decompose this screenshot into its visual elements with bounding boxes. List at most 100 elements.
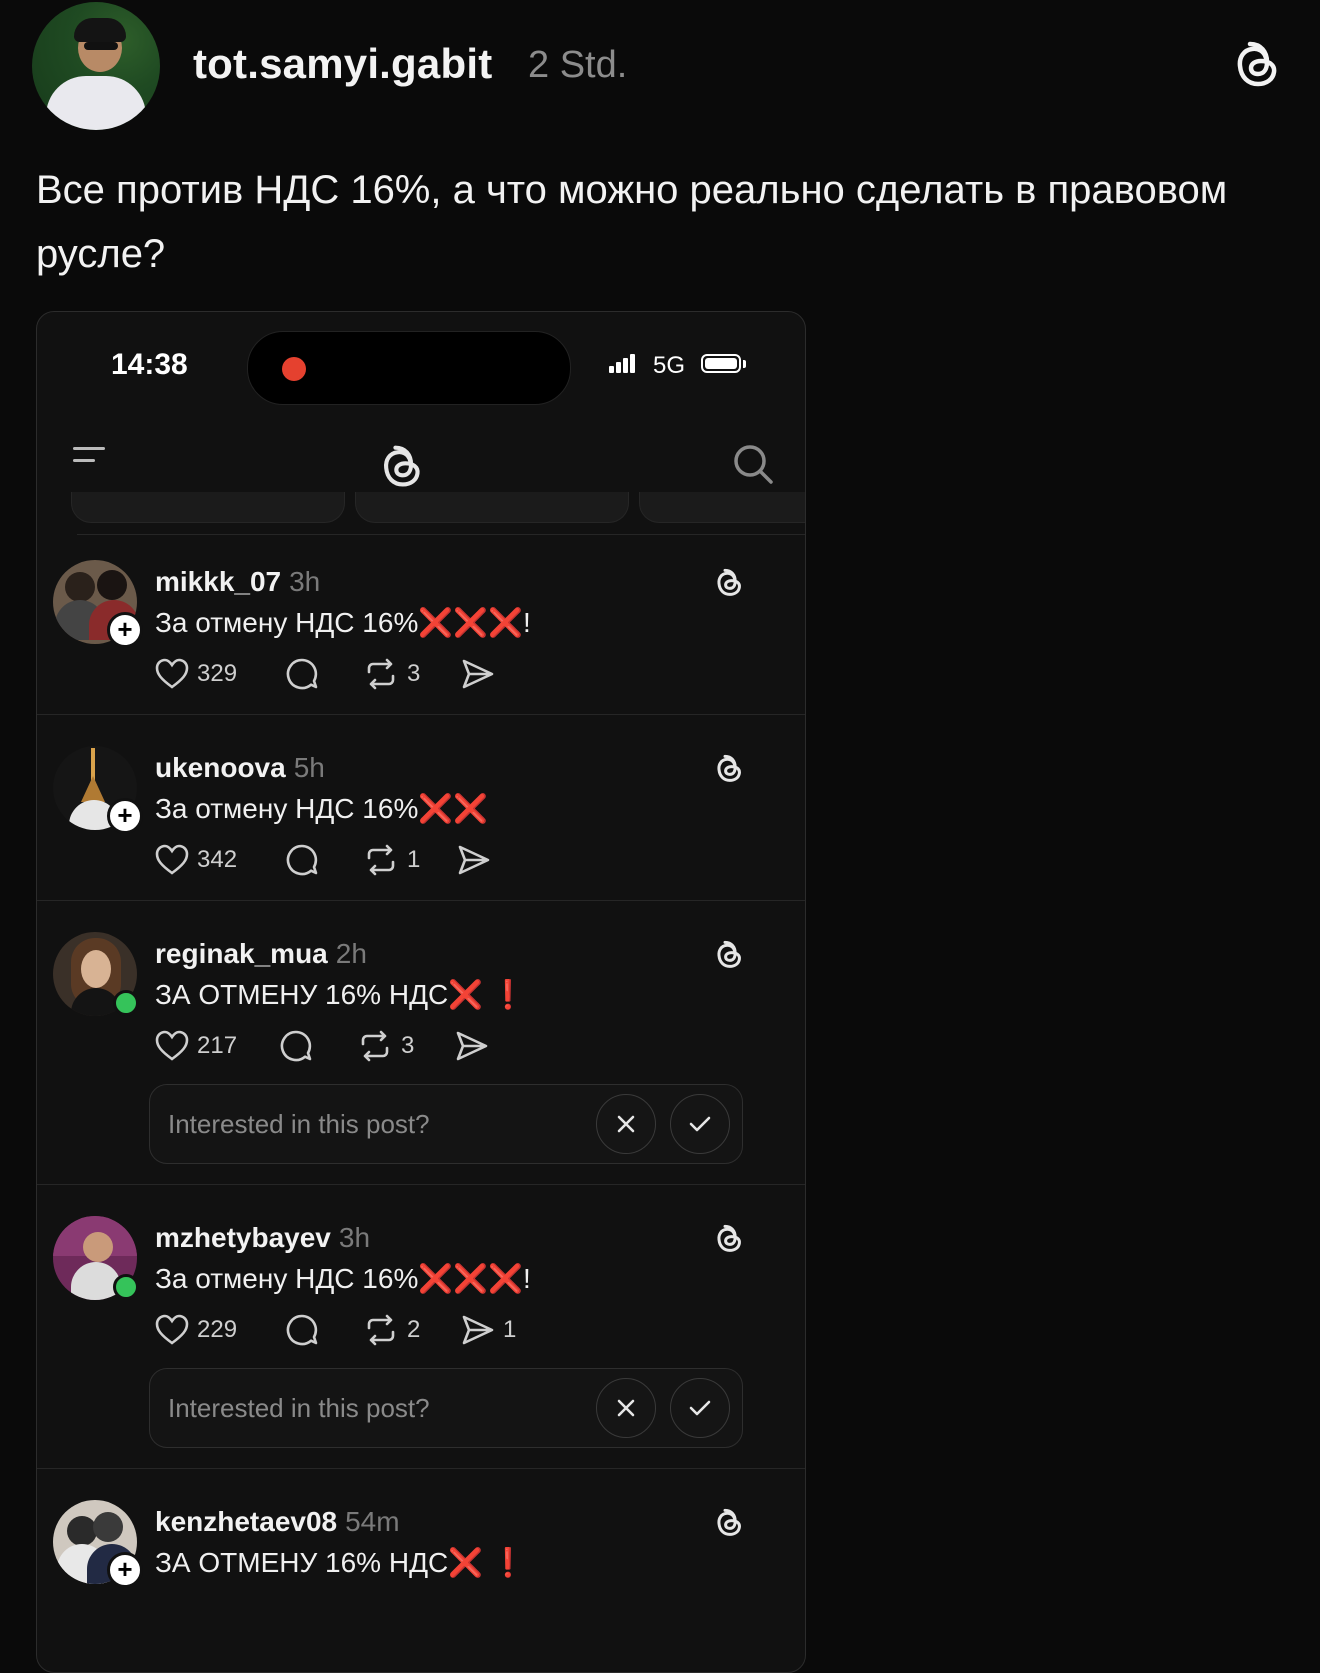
share-button[interactable]: 1 xyxy=(461,1310,516,1350)
recording-indicator xyxy=(282,357,306,381)
send-icon xyxy=(462,659,494,689)
author-avatar[interactable] xyxy=(32,2,160,130)
online-status-dot xyxy=(113,990,139,1016)
interest-question: Interested in this post? xyxy=(168,1109,430,1139)
threads-icon[interactable] xyxy=(713,938,743,972)
repost-icon xyxy=(367,1314,395,1346)
embedded-screenshot: 14:38 5G + mikkk_07 3h За отмену НДС 16%❌… xyxy=(36,311,806,1673)
follow-plus-icon[interactable]: + xyxy=(107,1552,143,1588)
like-count: 329 xyxy=(197,660,238,687)
like-count: 342 xyxy=(197,846,238,873)
divider xyxy=(77,534,805,535)
battery-tip xyxy=(743,360,746,368)
feed-tab[interactable] xyxy=(71,492,345,523)
close-icon xyxy=(617,1115,635,1133)
post-time: 2 Std. xyxy=(528,44,628,86)
check-icon xyxy=(689,1116,711,1132)
like-button[interactable]: 229 xyxy=(155,1310,237,1350)
like-count: 229 xyxy=(197,1316,238,1343)
follow-plus-icon[interactable]: + xyxy=(107,798,143,834)
check-icon xyxy=(689,1400,711,1416)
feed-tab[interactable] xyxy=(355,492,629,523)
post-username[interactable]: mikkk_07 3h xyxy=(155,566,320,598)
threads-icon[interactable] xyxy=(713,1222,743,1256)
comment-icon xyxy=(286,1314,318,1346)
not-interested-button[interactable] xyxy=(596,1094,656,1154)
signal-icon xyxy=(609,354,637,373)
repost-icon xyxy=(367,844,395,876)
comment-button[interactable] xyxy=(279,1026,321,1066)
like-count: 217 xyxy=(197,1032,238,1059)
post-username[interactable]: ukenoova 5h xyxy=(155,752,325,784)
repost-icon xyxy=(361,1030,389,1062)
heart-icon xyxy=(155,1030,189,1061)
divider xyxy=(37,714,805,715)
post-text: Все против НДС 16%, а что можно реально … xyxy=(36,168,1228,276)
status-time: 14:38 xyxy=(111,348,188,381)
like-button[interactable]: 329 xyxy=(155,654,237,694)
threads-icon[interactable] xyxy=(713,752,743,786)
post-text: ЗА ОТМЕНУ 16% НДС❌ ❗ xyxy=(155,979,526,1010)
author-username[interactable]: tot.samyi.gabit xyxy=(193,40,492,88)
repost-count: 3 xyxy=(407,660,421,687)
interest-prompt: Interested in this post? xyxy=(149,1084,743,1164)
divider xyxy=(37,1468,805,1469)
post-username[interactable]: reginak_mua 2h xyxy=(155,938,367,970)
dynamic-island xyxy=(247,331,571,405)
post-text: За отмену НДС 16%❌❌❌! xyxy=(155,607,531,638)
post-time: 54m xyxy=(345,1506,400,1537)
interest-prompt: Interested in this post? xyxy=(149,1368,743,1448)
repost-button[interactable]: 3 xyxy=(357,1026,414,1066)
feed-tab[interactable] xyxy=(639,492,805,523)
share-button[interactable] xyxy=(461,654,503,694)
post-time: 3h xyxy=(338,1222,371,1253)
battery-icon xyxy=(701,354,741,373)
comment-icon xyxy=(280,1030,312,1062)
comment-button[interactable] xyxy=(285,654,327,694)
send-icon xyxy=(462,1315,494,1345)
follow-plus-icon[interactable]: + xyxy=(107,612,143,648)
post-time: 2h xyxy=(335,938,367,969)
online-status-dot xyxy=(113,1274,139,1300)
like-button[interactable]: 342 xyxy=(155,840,237,880)
repost-count: 3 xyxy=(401,1032,415,1059)
interested-button[interactable] xyxy=(670,1378,730,1438)
network-label: 5G xyxy=(653,352,686,379)
share-button[interactable] xyxy=(455,1026,497,1066)
repost-button[interactable]: 3 xyxy=(363,654,420,694)
comment-icon xyxy=(286,658,318,690)
interest-question: Interested in this post? xyxy=(168,1393,430,1423)
send-icon xyxy=(458,845,490,875)
close-icon xyxy=(617,1399,635,1417)
menu-icon[interactable] xyxy=(73,447,105,471)
search-icon[interactable] xyxy=(731,442,775,486)
post-time: 5h xyxy=(293,752,325,783)
comment-icon xyxy=(286,844,318,876)
post-text: ЗА ОТМЕНУ 16% НДС❌ ❗ xyxy=(155,1547,526,1578)
repost-count: 1 xyxy=(407,846,421,873)
repost-icon xyxy=(367,658,395,690)
repost-button[interactable]: 2 xyxy=(363,1310,420,1350)
share-count: 1 xyxy=(503,1316,517,1343)
not-interested-button[interactable] xyxy=(596,1378,656,1438)
post-text: За отмену НДС 16%❌❌ xyxy=(155,793,489,824)
threads-icon[interactable] xyxy=(713,566,743,600)
divider xyxy=(37,900,805,901)
comment-button[interactable] xyxy=(285,840,327,880)
post-time: 3h xyxy=(289,566,321,597)
threads-logo-icon[interactable] xyxy=(377,442,423,492)
like-button[interactable]: 217 xyxy=(155,1026,237,1066)
divider xyxy=(37,1184,805,1185)
threads-icon[interactable] xyxy=(713,1506,743,1540)
interested-button[interactable] xyxy=(670,1094,730,1154)
repost-button[interactable]: 1 xyxy=(363,840,420,880)
heart-icon xyxy=(155,1314,189,1345)
send-icon xyxy=(456,1031,488,1061)
share-button[interactable] xyxy=(457,840,499,880)
post-username[interactable]: kenzhetaev08 54m xyxy=(155,1506,400,1538)
repost-count: 2 xyxy=(407,1316,421,1343)
threads-icon[interactable] xyxy=(1230,38,1280,92)
comment-button[interactable] xyxy=(285,1310,327,1350)
post-username[interactable]: mzhetybayev 3h xyxy=(155,1222,370,1254)
heart-icon xyxy=(155,658,189,689)
